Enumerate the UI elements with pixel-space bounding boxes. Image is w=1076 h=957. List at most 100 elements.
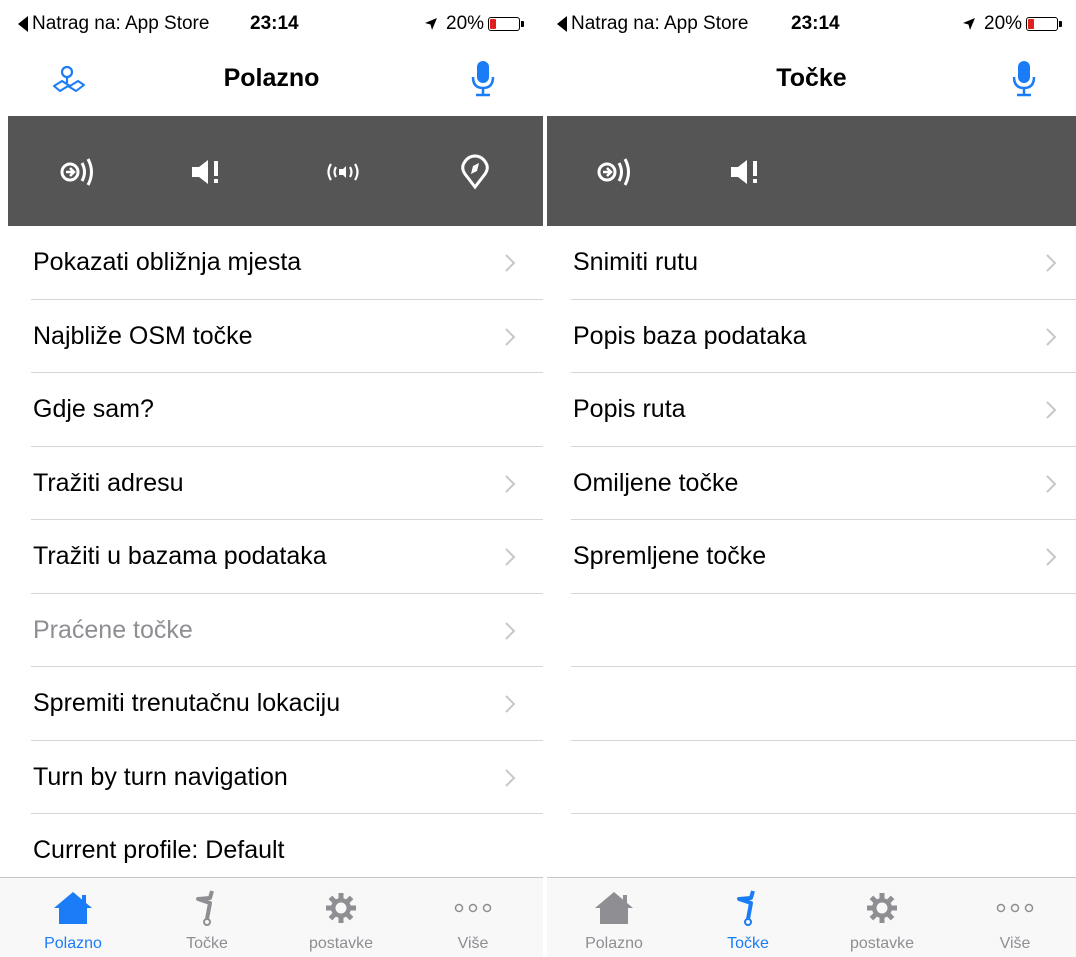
chevron-right-icon	[505, 327, 516, 346]
status-right: 20%	[962, 13, 1063, 35]
toolbar-button-scan[interactable]	[590, 150, 638, 194]
gear-icon	[867, 893, 897, 923]
menu-item-label: Spremiti trenutačnu lokaciju	[33, 689, 341, 717]
tab-tocke[interactable]: Točke	[152, 890, 262, 953]
menu-item-label: Tražiti u bazama podataka	[33, 542, 327, 570]
toolbar-button-scan[interactable]	[53, 150, 101, 194]
chevron-right-icon	[505, 254, 516, 272]
back-to-app-store[interactable]: Natrag na: App Store	[18, 13, 209, 35]
location-arrow-icon	[425, 18, 437, 30]
menu-item-label: Pokazati obližnja mjesta	[33, 248, 302, 276]
quick-actions-toolbar	[8, 116, 543, 226]
page-title: Polazno	[223, 64, 320, 92]
points-menu-list: Snimiti rutu Popis baza podataka Popis r…	[547, 226, 1076, 814]
tab-label: Točke	[186, 935, 228, 952]
status-right: 20%	[424, 13, 525, 35]
menu-item-search-address[interactable]: Tražiti adresu	[0, 447, 543, 520]
menu-item-favorite-points[interactable]: Omiljene točke	[547, 447, 1076, 520]
menu-item-turn-by-turn[interactable]: Turn by turn navigation	[0, 741, 543, 814]
microphone-icon[interactable]	[1011, 60, 1037, 98]
home-icon	[54, 892, 92, 924]
menu-item-label: Spremljene točke	[573, 542, 767, 570]
microphone-icon[interactable]	[470, 60, 496, 98]
chevron-right-icon	[505, 768, 516, 787]
compass-pin-icon	[461, 154, 489, 190]
tocke-screen: Natrag na: App Store 23:14 20% Točke Sni…	[547, 0, 1076, 957]
tab-tocke[interactable]: Točke	[693, 890, 803, 953]
menu-item-label: Current profile: Default	[33, 836, 285, 864]
tab-label: postavke	[308, 935, 374, 952]
menu-item-save-location[interactable]: Spremiti trenutačnu lokaciju	[0, 667, 543, 741]
tab-label: Polazno	[44, 935, 102, 952]
back-label: Natrag na: App Store	[32, 13, 210, 34]
toolbar-button-broadcast[interactable]	[319, 150, 367, 194]
menu-item-database-list[interactable]: Popis baza podataka	[547, 300, 1076, 373]
page-title: Točke	[776, 64, 847, 92]
menu-item-label: Praćene točke	[33, 615, 193, 644]
broadcast-icon	[327, 163, 359, 181]
toolbar-button-speaker[interactable]	[183, 150, 231, 194]
back-label: Natrag na: App Store	[571, 13, 749, 34]
flag-icon	[196, 890, 214, 926]
toolbar-button-speaker[interactable]	[722, 150, 770, 194]
back-triangle-icon	[557, 16, 567, 32]
speaker-alert-icon	[731, 160, 757, 184]
quick-actions-toolbar	[547, 116, 1076, 226]
menu-item-search-databases[interactable]: Tražiti u bazama podataka	[0, 520, 543, 594]
status-bar: Natrag na: App Store 23:14 20%	[0, 0, 543, 48]
chevron-right-icon	[505, 474, 516, 493]
tab-polazno[interactable]: Polazno	[18, 890, 128, 953]
tab-postavke[interactable]: postavke	[827, 890, 937, 953]
home-icon	[595, 892, 633, 924]
chevron-right-icon	[1046, 327, 1057, 346]
scan-signal-icon	[60, 158, 93, 186]
tab-label: Točke	[727, 935, 769, 952]
main-menu-list: Pokazati obližnja mjesta Najbliže OSM to…	[0, 226, 543, 888]
chevron-right-icon	[505, 621, 516, 640]
menu-item-nearby-places[interactable]: Pokazati obližnja mjesta	[0, 226, 543, 300]
status-time: 23:14	[791, 13, 840, 34]
menu-item-label: Popis ruta	[573, 395, 686, 423]
chevron-right-icon	[1046, 548, 1057, 566]
scan-signal-icon	[597, 158, 630, 186]
tab-label: postavke	[849, 935, 915, 952]
menu-item-nearest-osm-points[interactable]: Najbliže OSM točke	[0, 300, 543, 373]
tab-vise[interactable]: Više	[418, 890, 528, 953]
menu-item-tracked-points[interactable]: Praćene točke	[0, 594, 543, 667]
flag-icon	[737, 890, 755, 926]
menu-item-record-route[interactable]: Snimiti rutu	[547, 226, 1076, 300]
back-to-app-store[interactable]: Natrag na: App Store	[557, 13, 748, 35]
menu-item-label: Turn by turn navigation	[33, 762, 288, 791]
battery-icon	[1026, 17, 1063, 31]
tab-bar: Polazno Točke postavke Više	[0, 877, 543, 957]
chevron-right-icon	[1046, 474, 1057, 493]
menu-item-route-list[interactable]: Popis ruta	[547, 373, 1076, 447]
row-separator	[571, 813, 1076, 814]
tab-polazno[interactable]: Polazno	[559, 890, 669, 953]
tab-postavke[interactable]: postavke	[286, 890, 396, 953]
tab-label: Više	[457, 935, 489, 952]
chevron-right-icon	[1046, 254, 1057, 272]
tab-bar: Polazno Točke postavke Više	[547, 877, 1076, 957]
tab-label: Više	[999, 935, 1031, 952]
battery-percent: 20%	[446, 13, 485, 34]
gear-icon	[326, 893, 356, 923]
tab-vise[interactable]: Više	[960, 890, 1070, 953]
navigation-bar: Točke	[547, 48, 1076, 116]
menu-item-label: Omiljene točke	[573, 468, 739, 497]
menu-item-saved-points[interactable]: Spremljene točke	[547, 520, 1076, 594]
menu-item-label: Gdje sam?	[33, 395, 154, 423]
menu-item-label: Snimiti rutu	[573, 248, 699, 276]
location-arrow-icon	[963, 18, 975, 30]
status-bar: Natrag na: App Store 23:14 20%	[547, 0, 1076, 48]
battery-percent: 20%	[984, 13, 1023, 34]
battery-icon	[488, 17, 525, 31]
menu-item-where-am-i[interactable]: Gdje sam?	[0, 373, 543, 447]
menu-item-label: Tražiti adresu	[33, 468, 184, 497]
menu-item-label: Najbliže OSM točke	[33, 321, 253, 350]
status-time: 23:14	[250, 13, 299, 34]
toolbar-button-compass[interactable]	[451, 150, 499, 194]
empty-row	[547, 741, 1076, 814]
back-triangle-icon	[18, 16, 28, 32]
more-icon	[996, 903, 1034, 913]
